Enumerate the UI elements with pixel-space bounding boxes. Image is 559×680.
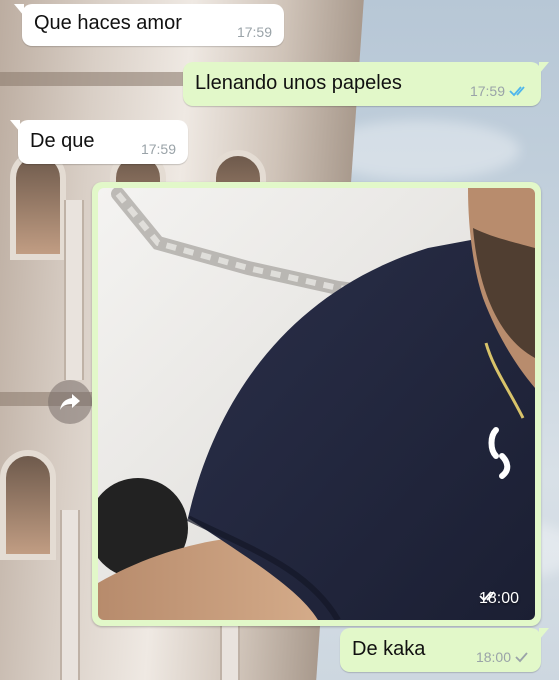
forward-arrow-icon: [60, 394, 80, 410]
double-check-icon: [479, 591, 495, 602]
forward-button[interactable]: [48, 380, 92, 424]
message-time: 17:59: [470, 83, 529, 99]
message-incoming[interactable]: De que 17:59: [10, 120, 188, 164]
message-incoming[interactable]: Que haces amor 17:59: [14, 4, 284, 46]
double-check-icon: [509, 86, 525, 97]
message-text: Que haces amor: [34, 12, 182, 34]
time-label: 17:59: [236, 24, 272, 40]
message-time: 18:00: [476, 649, 529, 665]
message-text: De que: [30, 130, 95, 152]
time-label: 18:00: [475, 649, 511, 665]
time-label: 17:59: [469, 83, 505, 99]
message-text: De kaka: [352, 638, 426, 660]
photo-content: [98, 188, 535, 620]
message-photo[interactable]: 18:00: [92, 182, 541, 626]
single-check-icon: [515, 652, 528, 663]
message-time: 18:00: [479, 590, 519, 608]
photo-image[interactable]: 18:00: [98, 188, 535, 620]
message-time: 17:59: [237, 24, 272, 40]
message-outgoing[interactable]: De kaka 18:00: [340, 628, 549, 672]
message-time: 17:59: [141, 141, 176, 157]
message-text: Llenando unos papeles: [195, 72, 402, 94]
message-outgoing[interactable]: Llenando unos papeles 17:59: [183, 62, 549, 106]
time-label: 17:59: [140, 141, 176, 157]
